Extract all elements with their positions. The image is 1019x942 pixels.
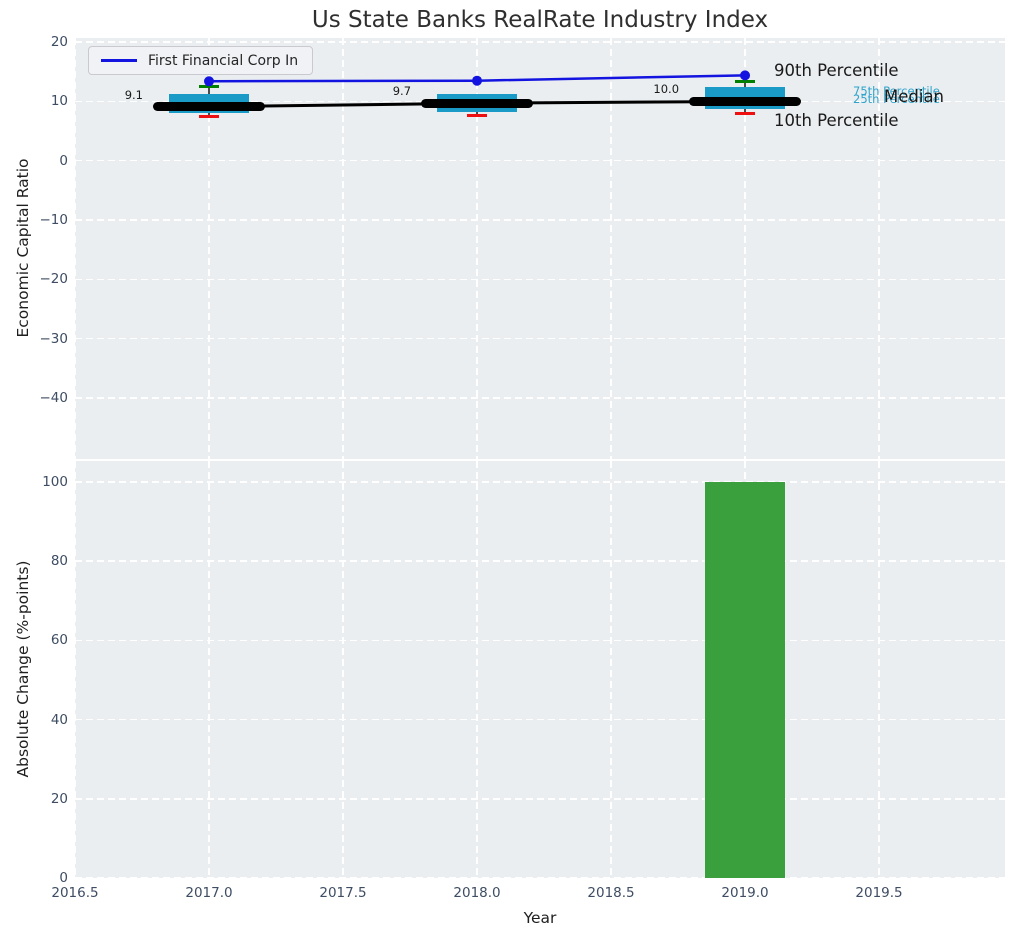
x-tick-label: 2018.0 [442,884,512,902]
label-median: Median [884,87,944,106]
x-tick-label: 2019.0 [710,884,780,902]
gridline-v [878,461,880,878]
y-tick-label: −40 [20,389,68,407]
y-tick-label: 40 [20,711,68,729]
median-annotation: 9.1 [83,88,143,102]
gridline-v [610,461,612,878]
company-marker [204,76,214,86]
top-y-axis-label: Economic Capital Ratio [14,158,32,337]
gridline-h [75,560,1005,562]
y-tick-label: 0 [20,152,68,170]
bottom-axes [75,461,1005,878]
legend: First Financial Corp In [88,46,313,75]
y-tick-label: 80 [20,552,68,570]
median-connecting-line [209,101,745,106]
company-marker [740,70,750,80]
gridline-v [342,461,344,878]
gridline-h [75,481,1005,483]
label-90th-percentile: 90th Percentile [774,61,899,80]
median-annotation: 9.7 [351,84,411,98]
label-10th-percentile: 10th Percentile [774,111,899,130]
gridline-v [208,461,210,878]
figure: Us State Banks RealRate Industry Index E… [0,0,1019,942]
x-tick-label: 2018.5 [576,884,646,902]
gridline-h [75,877,1005,878]
legend-line-sample-icon [101,59,137,62]
y-tick-label: −30 [20,330,68,348]
chart-title: Us State Banks RealRate Industry Index [75,7,1005,33]
x-axis-label: Year [75,909,1005,927]
x-tick-label: 2019.5 [844,884,914,902]
gridline-h [75,640,1005,642]
y-tick-label: 20 [20,33,68,51]
y-tick-label: −20 [20,270,68,288]
y-tick-label: 10 [20,92,68,110]
median-annotation: 10.0 [619,82,679,96]
change-bar [705,482,785,878]
y-tick-label: 60 [20,631,68,649]
x-tick-label: 2017.0 [174,884,244,902]
gridline-h [75,798,1005,800]
gridline-v [476,461,478,878]
x-tick-label: 2016.5 [40,884,110,902]
legend-label: First Financial Corp In [148,53,298,69]
x-tick-label: 2017.5 [308,884,378,902]
bottom-y-axis-label: Absolute Change (%-points) [14,561,32,778]
y-tick-label: 20 [20,790,68,808]
company-marker [472,76,482,86]
gridline-h [75,719,1005,721]
gridline-v [75,461,76,878]
y-tick-label: −10 [20,211,68,229]
y-tick-label: 100 [20,473,68,491]
